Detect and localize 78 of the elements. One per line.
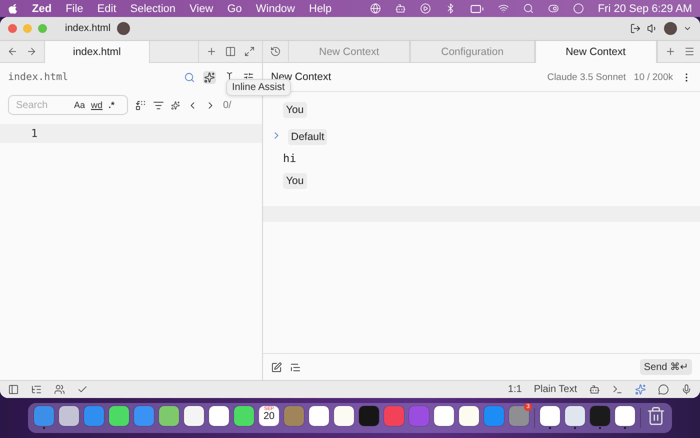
- plus-icon[interactable]: [664, 46, 676, 57]
- app-icon[interactable]: [334, 406, 354, 426]
- regex-toggle[interactable]: .*: [108, 100, 115, 110]
- context-tab[interactable]: New Context: [534, 41, 657, 63]
- search-icon[interactable]: [184, 72, 195, 82]
- menu-item[interactable]: Zed: [32, 2, 52, 14]
- app-icon[interactable]: [59, 406, 79, 426]
- role-label[interactable]: You: [283, 102, 307, 118]
- app-icon[interactable]: [459, 406, 479, 426]
- play-icon[interactable]: [420, 3, 431, 14]
- word-toggle[interactable]: wd: [91, 100, 103, 110]
- app-icon[interactable]: [615, 406, 635, 426]
- wifi-icon[interactable]: [498, 3, 509, 14]
- collab-icon[interactable]: [54, 384, 65, 395]
- app-icon[interactable]: [434, 406, 454, 426]
- quote-icon[interactable]: [290, 362, 301, 372]
- speaker-icon[interactable]: [647, 23, 658, 34]
- search-field[interactable]: Search Aa wd .*: [8, 95, 128, 115]
- line-number: 1: [31, 127, 38, 140]
- microphone-icon[interactable]: [681, 384, 692, 395]
- back-icon[interactable]: [7, 46, 18, 57]
- robot-icon[interactable]: [394, 3, 406, 14]
- cursor-position[interactable]: 1:1: [508, 384, 522, 395]
- apple-logo-icon[interactable]: [8, 3, 18, 14]
- window-title: index.html: [65, 23, 111, 34]
- menu-clock[interactable]: Fri 20 Sep 6:29 AM: [598, 2, 692, 14]
- menu-item[interactable]: Help: [309, 2, 332, 14]
- sign-out-icon[interactable]: [630, 23, 641, 34]
- trash-icon[interactable]: [646, 406, 666, 426]
- outline-icon[interactable]: [31, 384, 42, 395]
- model-selector[interactable]: Claude 3.5 Sonnet: [547, 72, 626, 82]
- breadcrumb[interactable]: index.html: [8, 72, 68, 82]
- message-text: hi: [283, 152, 296, 164]
- tooltip: Inline Assist: [226, 79, 291, 96]
- menu-item[interactable]: File: [66, 2, 84, 14]
- menu-item[interactable]: Selection: [130, 2, 176, 14]
- user-avatar[interactable]: [664, 22, 677, 35]
- send-button[interactable]: Send ⌘↵: [640, 359, 692, 375]
- language-selector[interactable]: Plain Text: [534, 384, 577, 395]
- case-toggle[interactable]: Aa: [74, 100, 86, 110]
- edit-icon[interactable]: [271, 362, 282, 372]
- split-icon[interactable]: [225, 46, 236, 57]
- forward-icon[interactable]: [26, 46, 37, 57]
- sparkle-icon[interactable]: [204, 72, 215, 82]
- close-button[interactable]: [8, 24, 17, 33]
- replace-icon[interactable]: [135, 100, 146, 110]
- role-label[interactable]: You: [283, 173, 307, 189]
- app-icon[interactable]: [184, 406, 204, 426]
- menu-icon[interactable]: [684, 46, 695, 57]
- history-icon[interactable]: [270, 46, 281, 57]
- terminal-icon[interactable]: [612, 384, 623, 395]
- globe-icon[interactable]: [370, 3, 381, 14]
- panel-icon[interactable]: [8, 384, 19, 395]
- app-icon[interactable]: [540, 406, 560, 426]
- match-count: 0/: [223, 100, 232, 110]
- app-icon[interactable]: [234, 406, 254, 426]
- app-icon[interactable]: [209, 406, 229, 426]
- app-icon[interactable]: [159, 406, 179, 426]
- maximize-icon[interactable]: [244, 46, 255, 57]
- editor-tab[interactable]: index.html: [44, 41, 150, 63]
- chat-icon[interactable]: [658, 384, 669, 395]
- chevron-down-icon[interactable]: [683, 24, 692, 33]
- menu-item[interactable]: Edit: [97, 2, 116, 14]
- app-icon[interactable]: [359, 406, 379, 426]
- menu-item[interactable]: View: [190, 2, 214, 14]
- control-center-icon[interactable]: [548, 3, 559, 14]
- app-icon[interactable]: [565, 406, 585, 426]
- app-icon[interactable]: [109, 406, 129, 426]
- check-icon[interactable]: [77, 384, 88, 395]
- list-icon[interactable]: [153, 100, 164, 110]
- menu-item[interactable]: Window: [256, 2, 295, 14]
- plus-icon[interactable]: [206, 46, 217, 57]
- menu-item[interactable]: Go: [227, 2, 242, 14]
- avatar[interactable]: [116, 22, 130, 35]
- token-count: 10 / 200k: [634, 72, 673, 82]
- prompt-label[interactable]: Default: [288, 129, 328, 145]
- search-icon[interactable]: [522, 3, 534, 14]
- app-icon[interactable]: [309, 406, 329, 426]
